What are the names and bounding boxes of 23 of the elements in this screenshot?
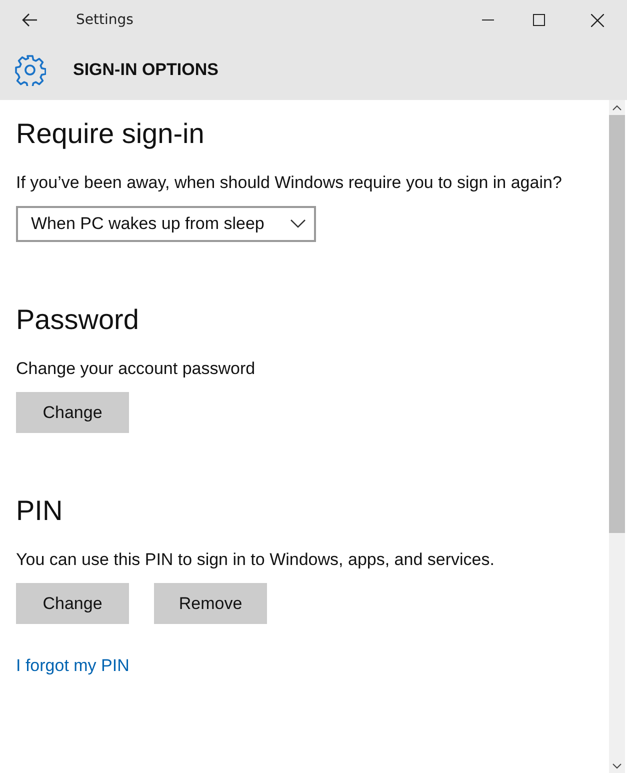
change-button[interactable]: Change [16,583,129,624]
page-title: SIGN-IN OPTIONS [73,60,218,80]
scrollbar-thumb[interactable] [609,115,625,533]
back-arrow-icon[interactable] [22,13,38,27]
section-description: If you’ve been away, when should Windows require you to sign in again? [16,172,563,194]
minimize-icon[interactable] [482,19,494,21]
scrollbar[interactable] [609,100,625,773]
scroll-down-icon[interactable] [612,762,622,768]
chevron-down-icon [290,219,306,229]
section-heading: Require sign-in [16,118,206,150]
sign-in-dropdown[interactable]: When PC wakes up from sleep [16,206,316,242]
section-heading: Password [16,304,140,336]
window-title: Settings [76,12,134,28]
forgot-pin-link[interactable]: I forgot my PIN [16,656,130,676]
change-button[interactable]: Remove [154,583,267,624]
change-button[interactable]: Change [16,392,129,433]
close-icon[interactable] [590,14,604,26]
maximize-icon[interactable] [533,14,545,26]
section-description: Change your account password [16,358,256,380]
gear-icon [14,54,46,86]
scroll-up-icon[interactable] [612,104,622,110]
section-heading: PIN [16,495,64,527]
section-description: You can use this PIN to sign in to Windows, apps, and services. [16,549,496,571]
